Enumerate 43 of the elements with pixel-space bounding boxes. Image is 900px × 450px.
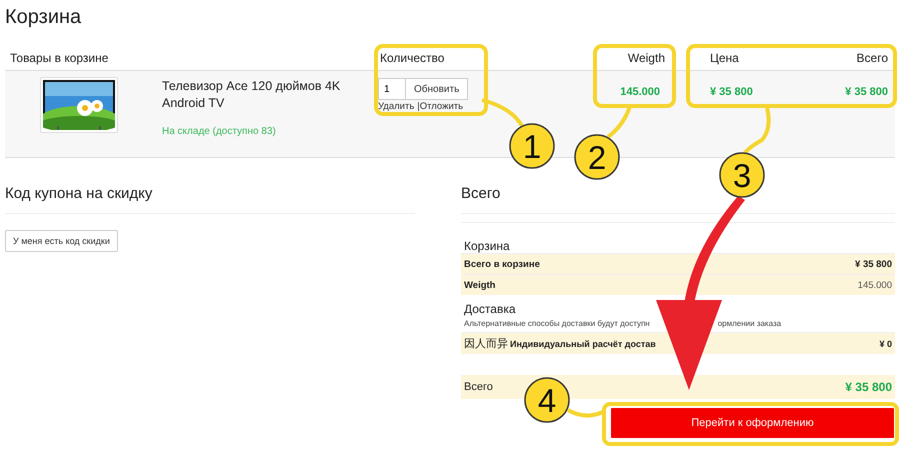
section-title: Код купона на скидку [5, 185, 415, 214]
total-value: ¥ 35 800 [844, 85, 888, 98]
leader-line [606, 105, 632, 139]
shipping-note: Альтернативные способы доставки будут доступн [464, 319, 650, 328]
weight-value: 145.000 [619, 85, 661, 98]
summary-value: 145.000 [858, 280, 892, 290]
leader-line [743, 108, 771, 154]
step-marker [719, 152, 765, 198]
price-value: ¥ 35 800 [710, 85, 754, 98]
checkout-button[interactable]: Перейти к оформлению [611, 408, 894, 438]
column-header: Всего [856, 51, 888, 65]
column-header: Цена [710, 51, 740, 65]
shipping-cost: ¥ 0 [879, 338, 892, 348]
summary-label: Всего в корзине [464, 258, 540, 270]
grand-total-value: ¥ 35 800 [845, 380, 892, 394]
step-number: 1 [522, 128, 542, 165]
stock-status: На складе (доступно 83) [162, 126, 277, 137]
product-thumbnail[interactable] [40, 77, 118, 133]
save-for-later-link[interactable]: Отложить [420, 101, 464, 112]
step-number: 2 [588, 139, 606, 176]
leader-line [567, 408, 604, 418]
column-header: Количество [379, 51, 446, 65]
product-name[interactable]: Телевизор Ace 120 дюймов 4K Android TV [162, 78, 372, 112]
page-title: Корзина [4, 5, 82, 30]
leader-line [481, 98, 524, 128]
summary-label: Weigth [464, 280, 496, 290]
grand-total-label: Всего [464, 381, 493, 393]
step-marker [574, 134, 620, 180]
remove-link[interactable]: Удалить [378, 101, 414, 112]
separator: | [417, 101, 420, 112]
shipping-tag: 因人而异 [464, 336, 508, 351]
quantity-field[interactable]: 1 [378, 78, 406, 100]
shipping-option[interactable]: Индивидуальный расчёт достав [510, 338, 656, 348]
step-marker [524, 377, 570, 423]
coupon-button[interactable]: У меня есть код скидки [5, 230, 118, 252]
subsection-title: Доставка [463, 301, 517, 316]
step-marker [509, 123, 555, 169]
step-number: 4 [538, 382, 556, 419]
summary-value: ¥ 35 800 [855, 258, 892, 270]
column-header: Товары в корзине [9, 51, 110, 65]
shipping-note: ормлении заказа [718, 319, 782, 328]
update-button[interactable]: Обновить [406, 78, 468, 100]
column-header: Weigth [626, 51, 666, 65]
